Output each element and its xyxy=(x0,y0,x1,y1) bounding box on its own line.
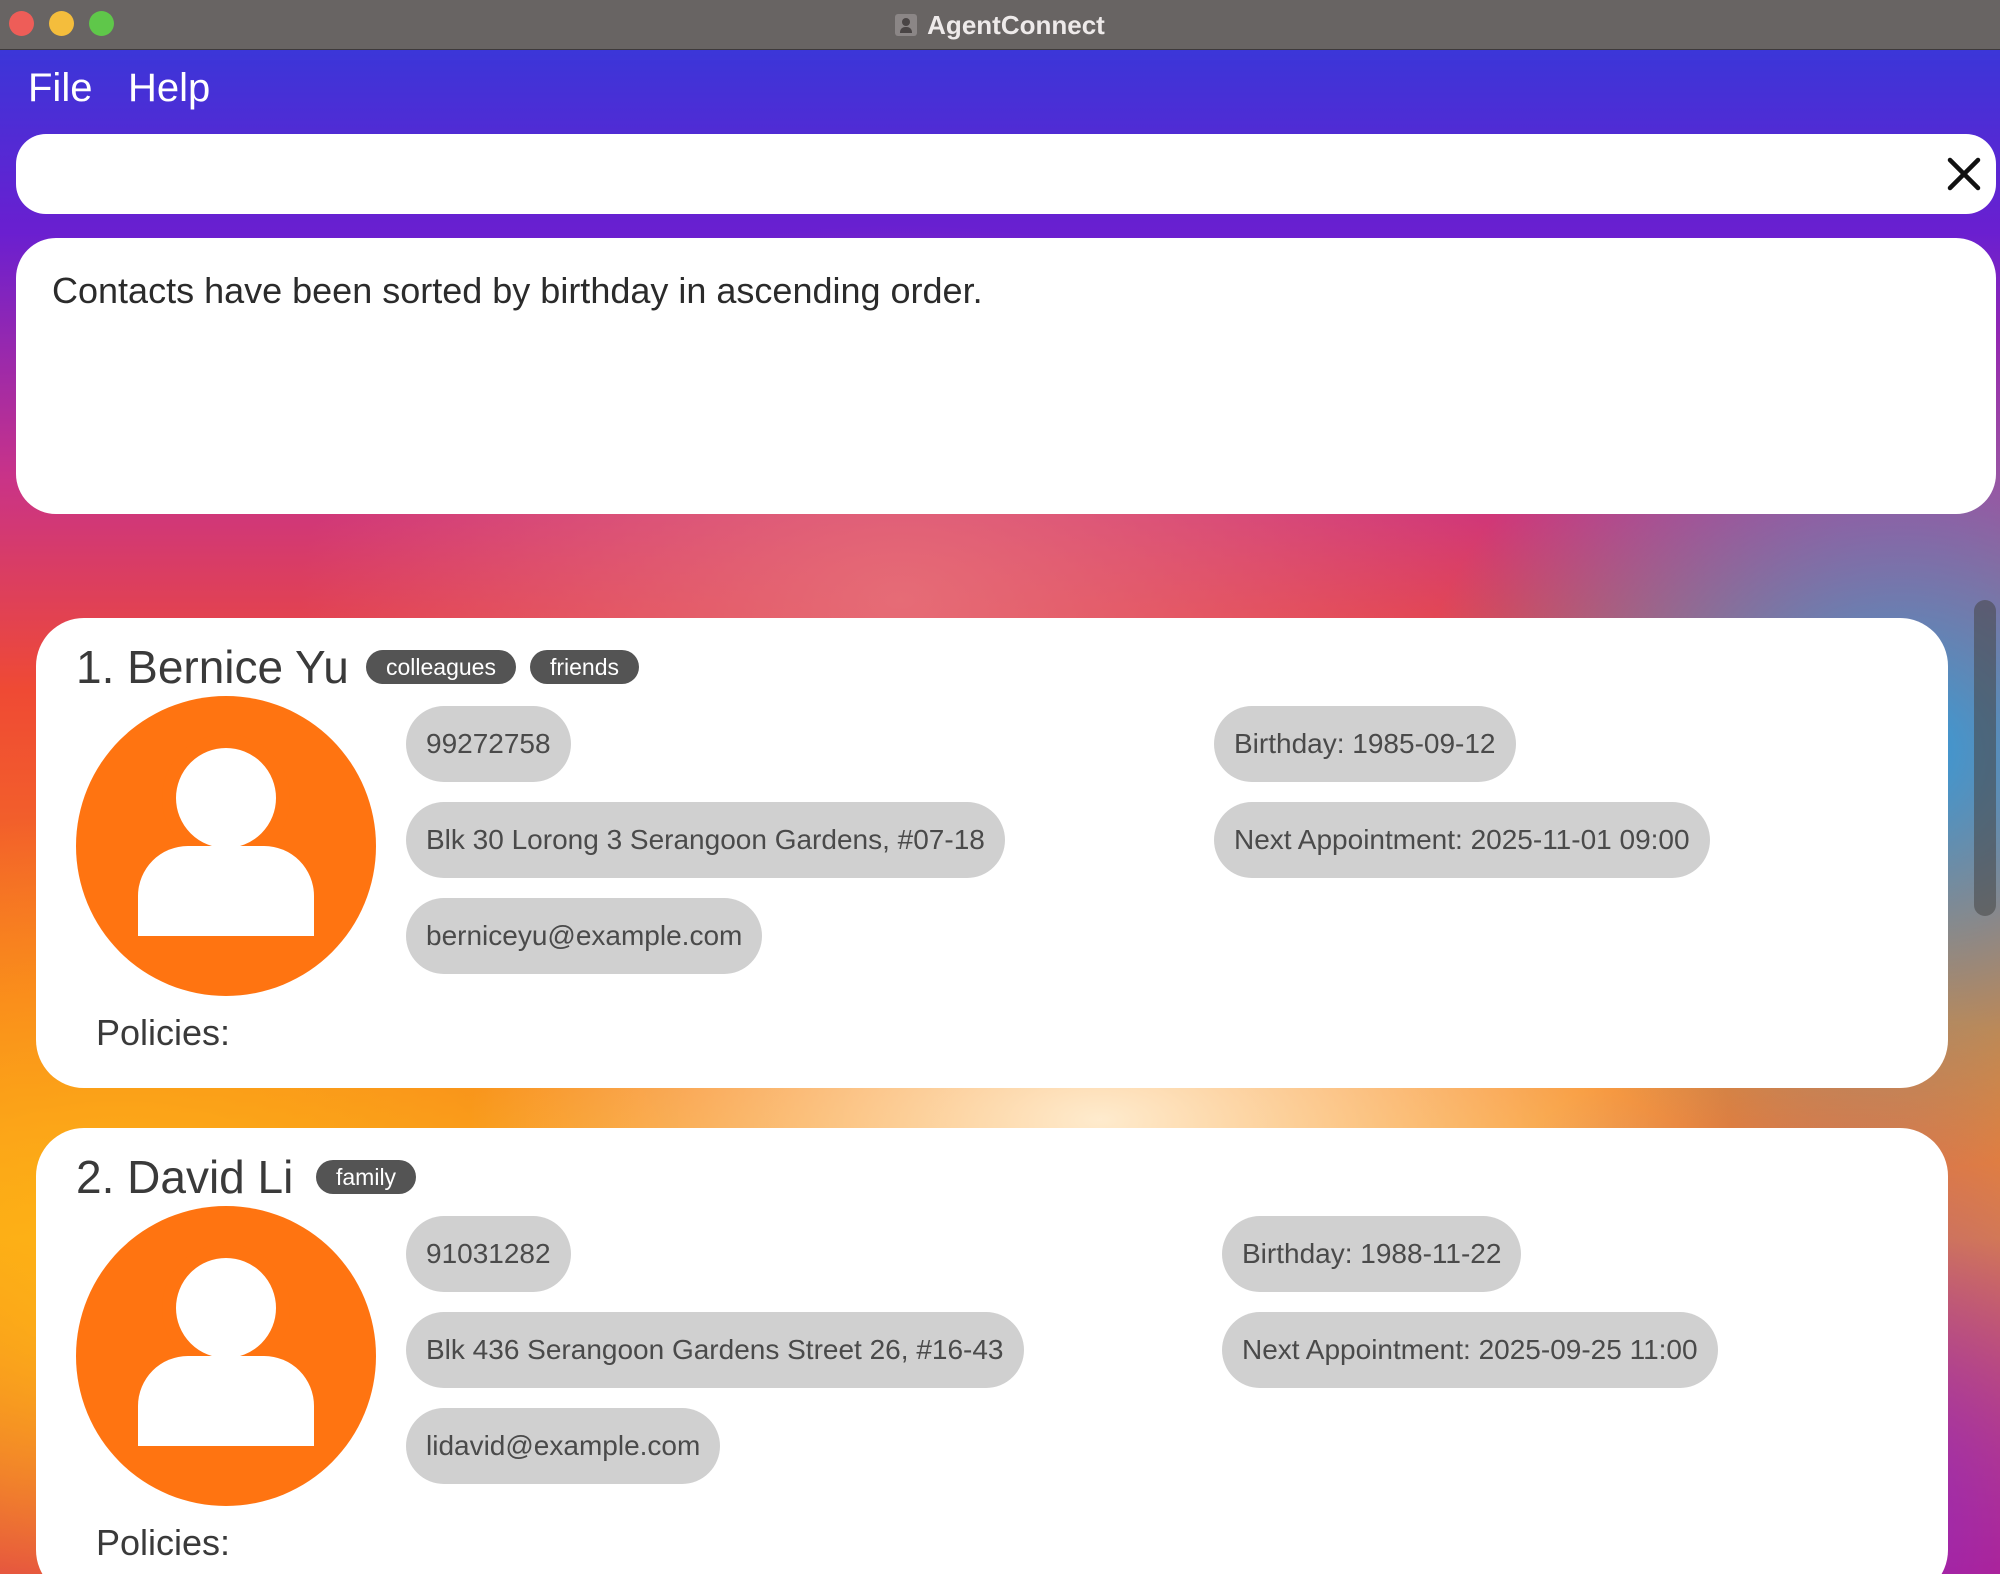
contact-card[interactable]: 1. Bernice Yu colleagues friends 9927275… xyxy=(36,618,1948,1088)
address-pill: Blk 436 Serangoon Gardens Street 26, #16… xyxy=(406,1312,1024,1388)
tag-list: colleagues friends xyxy=(366,650,640,684)
contact-card[interactable]: 2. David Li family 91031282 Blk 436 Sera… xyxy=(36,1128,1948,1574)
window-title: AgentConnect xyxy=(927,9,1105,40)
result-display: Contacts have been sorted by birthday in… xyxy=(16,238,1996,514)
phone-pill: 91031282 xyxy=(406,1216,571,1292)
person-icon xyxy=(76,1206,376,1506)
result-message: Contacts have been sorted by birthday in… xyxy=(52,270,983,311)
policies-label: Policies: xyxy=(96,1012,231,1053)
phone-pill: 99272758 xyxy=(406,706,571,782)
person-icon xyxy=(76,696,376,996)
birthday-pill: Birthday: 1988-11-22 xyxy=(1222,1216,1522,1292)
address-pill: Blk 30 Lorong 3 Serangoon Gardens, #07-1… xyxy=(406,802,1005,878)
contact-name: 1. Bernice Yu xyxy=(76,641,349,693)
list-scrollbar[interactable] xyxy=(1974,600,1996,916)
tag: friends xyxy=(529,650,640,684)
contact-name: 2. David Li xyxy=(76,1151,294,1203)
tag: colleagues xyxy=(366,650,516,684)
window-title-group: AgentConnect xyxy=(0,0,2000,50)
appointment-pill: Next Appointment: 2025-09-25 11:00 xyxy=(1222,1312,1718,1388)
contact-list[interactable]: 1. Bernice Yu colleagues friends 9927275… xyxy=(0,548,2000,1574)
tag: family xyxy=(316,1160,417,1194)
tag-list: family xyxy=(316,1160,417,1194)
app-icon xyxy=(895,14,918,36)
menu-bar: File Help xyxy=(0,50,2000,130)
command-input[interactable] xyxy=(46,134,1930,216)
command-box xyxy=(16,134,1996,216)
app-window: File Help Contacts have been sorted by b… xyxy=(0,50,2000,1574)
email-pill: berniceyu@example.com xyxy=(406,898,763,974)
policies-label: Policies: xyxy=(96,1522,231,1563)
menu-file[interactable]: File xyxy=(28,66,92,111)
close-icon[interactable] xyxy=(1944,154,1984,194)
email-pill: lidavid@example.com xyxy=(406,1408,721,1484)
menu-help[interactable]: Help xyxy=(128,66,210,111)
appointment-pill: Next Appointment: 2025-11-01 09:00 xyxy=(1214,802,1710,878)
title-bar: AgentConnect xyxy=(0,0,2000,50)
birthday-pill: Birthday: 1985-09-12 xyxy=(1214,706,1516,782)
